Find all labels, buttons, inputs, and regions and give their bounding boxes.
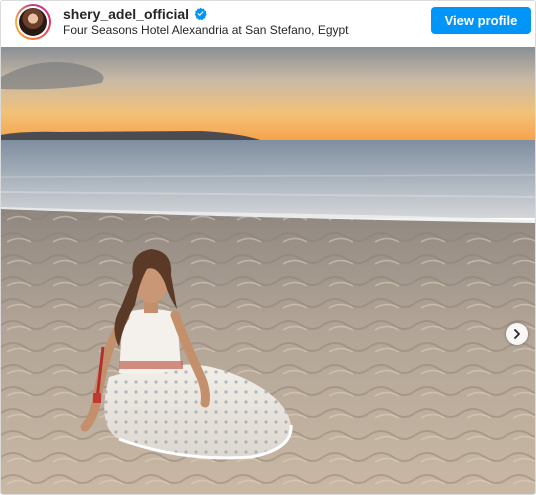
verified-badge-icon <box>194 7 207 20</box>
next-photo-button[interactable] <box>506 323 528 345</box>
location-link[interactable]: Four Seasons Hotel Alexandria at San Ste… <box>63 23 349 37</box>
avatar-frame <box>17 6 49 38</box>
chevron-right-icon <box>514 329 520 339</box>
post-header: shery_adel_official Four Seasons Hotel A… <box>1 1 535 47</box>
avatar-image <box>19 8 47 36</box>
avatar[interactable] <box>15 4 51 40</box>
instagram-embed: shery_adel_official Four Seasons Hotel A… <box>0 0 536 495</box>
view-profile-button[interactable]: View profile <box>431 7 531 34</box>
post-photo[interactable] <box>1 47 535 494</box>
beach-sunset-photo <box>1 47 535 494</box>
username[interactable]: shery_adel_official <box>63 6 189 22</box>
username-row[interactable]: shery_adel_official <box>63 6 207 22</box>
